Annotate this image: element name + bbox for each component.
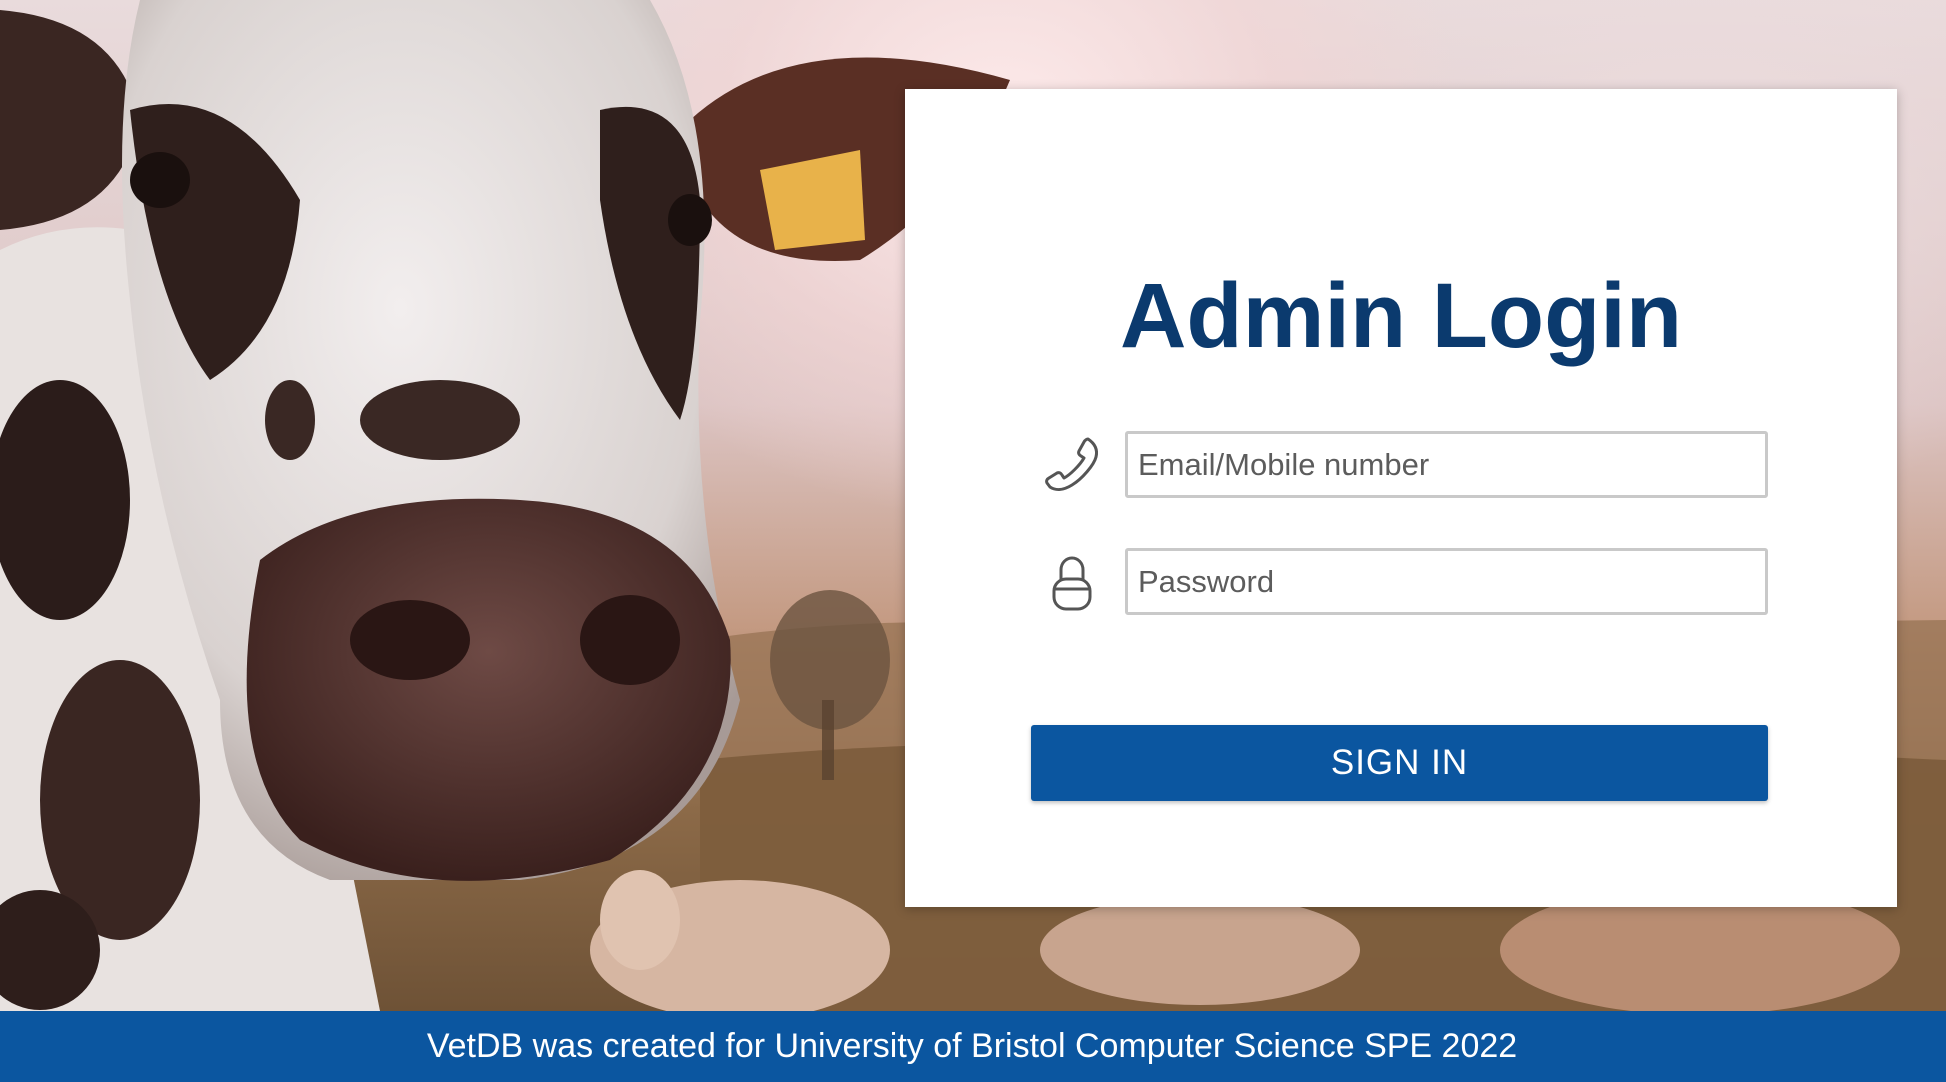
sign-in-button[interactable]: SIGN IN xyxy=(1031,725,1768,801)
phone-icon xyxy=(1042,435,1102,495)
password-field-row xyxy=(905,548,1897,615)
footer-bar: VetDB was created for University of Bris… xyxy=(0,1011,1946,1082)
login-page: Admin Login SIGN IN VetDB was created fo xyxy=(0,0,1946,1082)
lock-icon xyxy=(1042,552,1102,612)
email-input[interactable] xyxy=(1125,431,1768,498)
login-card: Admin Login SIGN IN xyxy=(905,89,1897,907)
footer-text: VetDB was created for University of Bris… xyxy=(426,1027,1518,1065)
page-title: Admin Login xyxy=(1119,265,1683,367)
password-input[interactable] xyxy=(1125,548,1768,615)
email-field-row xyxy=(905,431,1897,498)
